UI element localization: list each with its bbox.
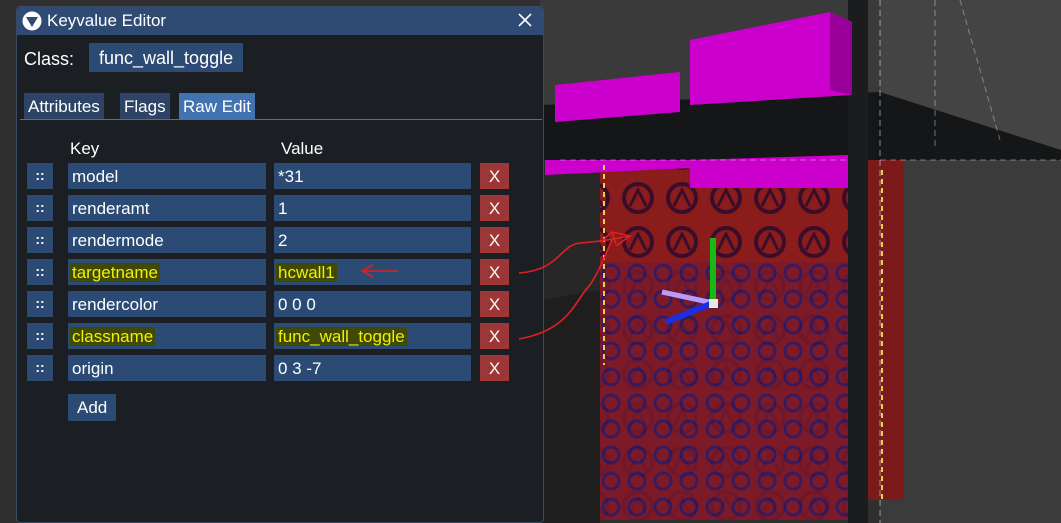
drag-handle-icon[interactable]: :: (27, 259, 53, 285)
value-field[interactable]: 0 0 0 (274, 291, 471, 317)
tab-divider (20, 119, 542, 120)
drag-handle-icon[interactable]: :: (27, 227, 53, 253)
value-text: 2 (278, 231, 288, 250)
table-row: :: renderamt 1 X (17, 195, 543, 221)
key-text: targetname (70, 263, 160, 282)
key-field[interactable]: rendermode (68, 227, 266, 253)
value-text: 0 0 0 (278, 295, 316, 314)
table-row: :: rendermode 2 X (17, 227, 543, 253)
delete-button[interactable]: X (480, 291, 509, 317)
value-field[interactable]: 0 3 -7 (274, 355, 471, 381)
keyvalue-editor-window: Keyvalue Editor Class: func_wall_toggle … (16, 6, 544, 523)
key-field[interactable]: renderamt (68, 195, 266, 221)
delete-button[interactable]: X (480, 355, 509, 381)
key-column-header: Key (70, 139, 100, 158)
delete-button[interactable]: X (480, 195, 509, 221)
value-text: 1 (278, 199, 288, 218)
key-text: renderamt (72, 199, 150, 218)
key-field[interactable]: origin (68, 355, 266, 381)
value-column-header: Value (281, 139, 324, 158)
value-field[interactable]: *31 (274, 163, 471, 189)
key-text: origin (72, 359, 114, 378)
key-field[interactable]: classname (68, 323, 266, 349)
value-text: 0 3 -7 (278, 359, 322, 378)
class-label: Class: (24, 49, 75, 69)
tab-flags[interactable]: Flags (120, 93, 170, 119)
value-text: *31 (278, 167, 304, 186)
tab-raw-edit[interactable]: Raw Edit (179, 93, 256, 119)
key-text: classname (70, 327, 156, 346)
table-row: :: model *31 X (17, 163, 543, 189)
delete-button[interactable]: X (480, 163, 509, 189)
title-bar[interactable]: Keyvalue Editor (17, 7, 543, 35)
table-row: :: targetname hcwall1 X (17, 259, 543, 285)
tab-attributes[interactable]: Attributes (24, 93, 104, 119)
key-field[interactable]: rendercolor (68, 291, 266, 317)
table-row: :: origin 0 3 -7 X (17, 355, 543, 381)
drag-handle-icon[interactable]: :: (27, 291, 53, 317)
drag-handle-icon[interactable]: :: (27, 323, 53, 349)
drag-handle-icon[interactable]: :: (27, 163, 53, 189)
key-text: model (72, 167, 119, 186)
value-text: hcwall1 (276, 263, 337, 282)
value-field[interactable]: 1 (274, 195, 471, 221)
key-field[interactable]: targetname (68, 259, 266, 285)
drag-handle-icon[interactable]: :: (27, 355, 53, 381)
table-row: :: classname func_wall_toggle X (17, 323, 543, 349)
drag-handle-icon[interactable]: :: (27, 195, 53, 221)
delete-button[interactable]: X (480, 323, 509, 349)
triangle-down-icon[interactable] (22, 11, 42, 31)
key-text: rendercolor (72, 295, 158, 314)
value-field[interactable]: 2 (274, 227, 471, 253)
window-title: Keyvalue Editor (47, 11, 167, 30)
delete-button[interactable]: X (480, 259, 509, 285)
key-field[interactable]: model (68, 163, 266, 189)
close-icon[interactable] (515, 10, 535, 30)
table-row: :: rendercolor 0 0 0 X (17, 291, 543, 317)
key-text: rendermode (72, 231, 164, 250)
delete-button[interactable]: X (480, 227, 509, 253)
value-field[interactable]: hcwall1 (274, 259, 471, 285)
value-text: func_wall_toggle (276, 327, 407, 346)
value-field[interactable]: func_wall_toggle (274, 323, 471, 349)
add-button[interactable]: Add (68, 394, 117, 421)
class-value[interactable]: func_wall_toggle (89, 43, 244, 72)
